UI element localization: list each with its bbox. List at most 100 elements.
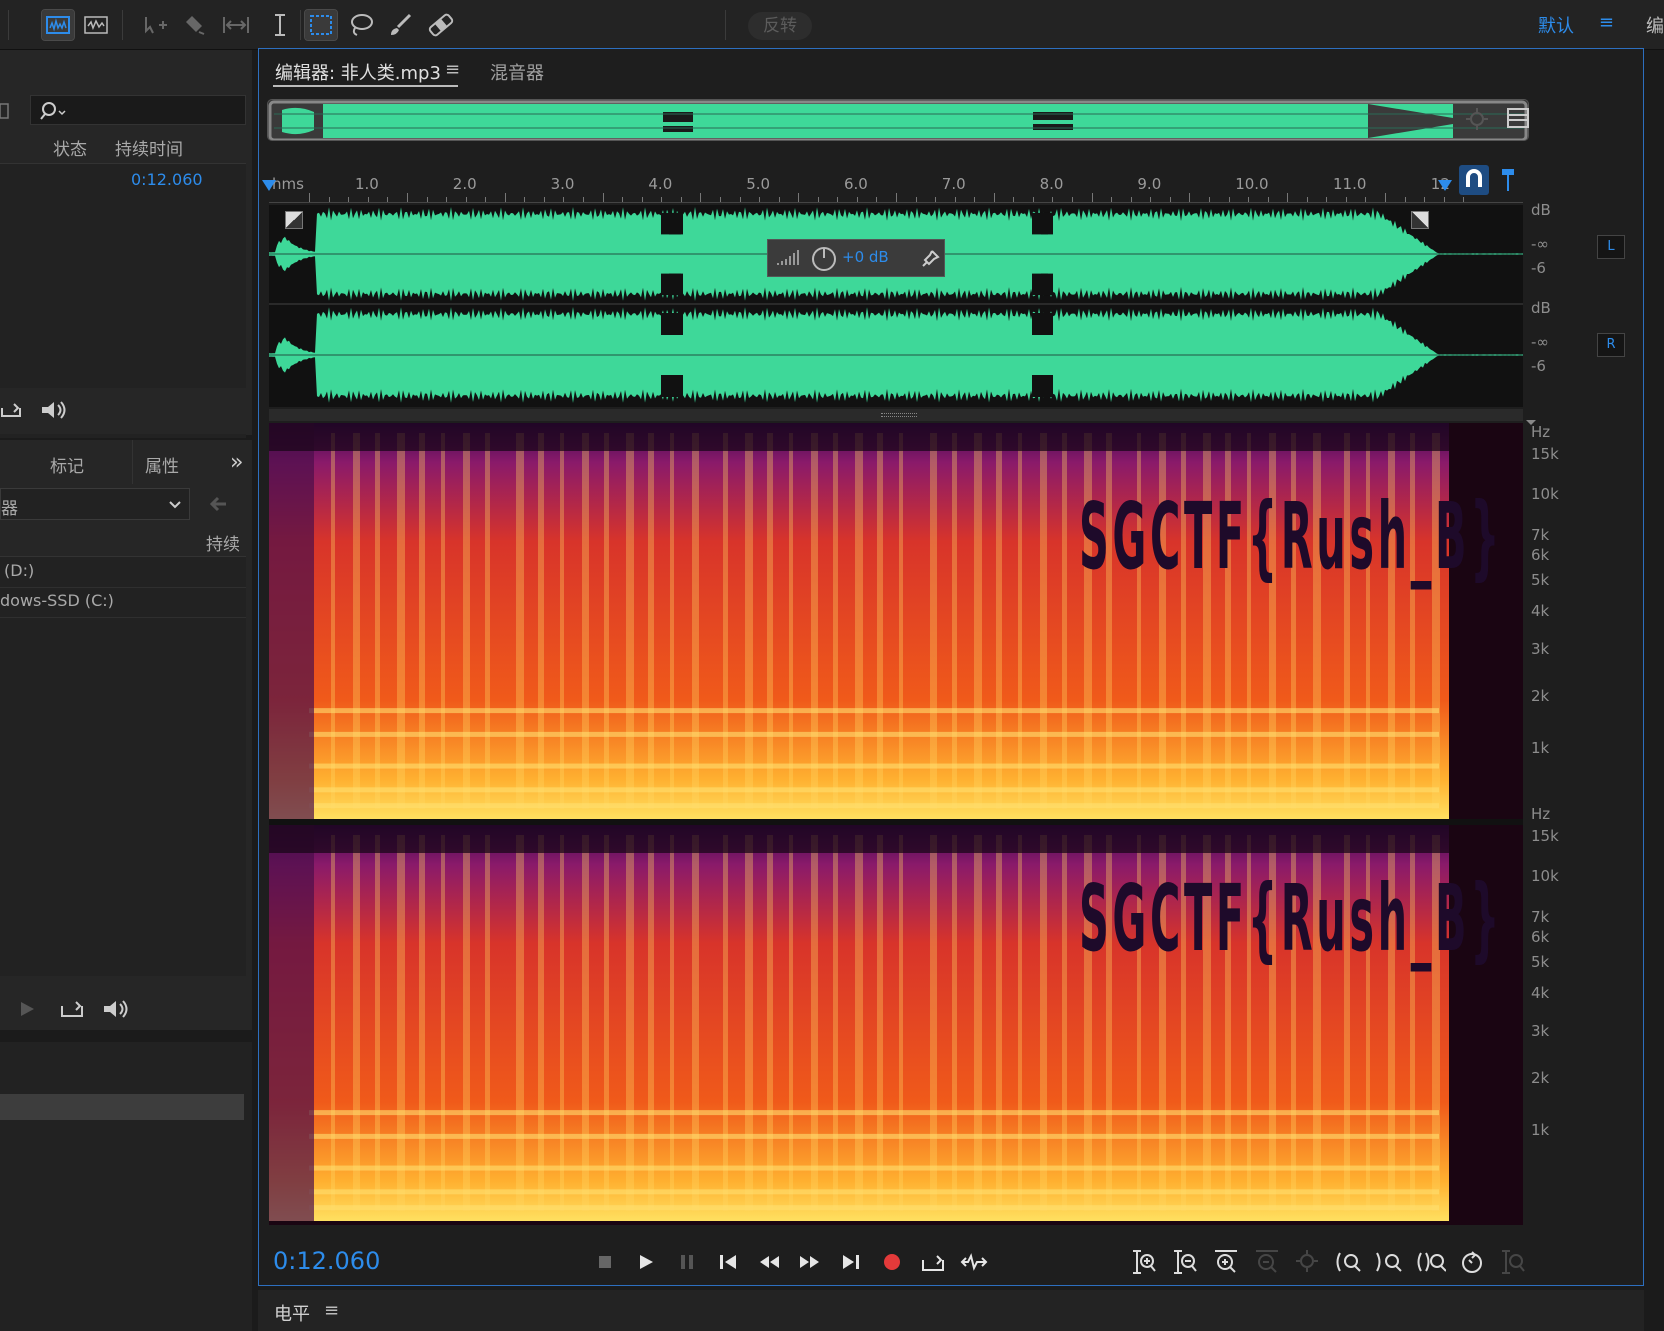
files-panel-footer (0, 388, 252, 434)
loop-icon[interactable] (0, 400, 22, 424)
zoom-amplitude-reset-icon[interactable] (1498, 1247, 1528, 1277)
column-duration-header[interactable]: 持续时间 (115, 135, 183, 160)
channel-right-toggle[interactable]: R (1597, 333, 1625, 357)
spot-healing-tool-icon[interactable] (425, 10, 457, 40)
toolbar-separator (725, 10, 726, 40)
record-icon[interactable] (877, 1247, 907, 1277)
ruler-tick (974, 197, 976, 202)
fade-out-handle-icon[interactable] (1411, 211, 1429, 229)
spectral-display[interactable]: SGCTF{Rush_B} SGCTF{Rush_B} (269, 423, 1523, 1225)
loop-playback-icon[interactable] (918, 1247, 948, 1277)
frequency-scale-label: 4k (1531, 984, 1550, 1002)
history-item-selected[interactable] (0, 1094, 244, 1120)
play-icon[interactable] (18, 1000, 36, 1022)
pause-icon[interactable] (672, 1247, 702, 1277)
zoom-in-amplitude-icon[interactable] (1129, 1247, 1159, 1277)
channel-left-toggle[interactable]: L (1597, 235, 1625, 259)
reverse-button[interactable]: 反转 (748, 12, 812, 40)
zoom-in-time-icon[interactable] (1211, 1247, 1241, 1277)
loop-icon[interactable] (60, 998, 84, 1024)
row-divider (0, 617, 246, 618)
tab-markers[interactable]: 标记 (50, 452, 84, 477)
ruler-tick (876, 197, 878, 202)
volume-knob-icon[interactable] (810, 245, 838, 273)
zoom-in-start-icon[interactable] (1334, 1247, 1364, 1277)
skip-to-start-icon[interactable] (713, 1247, 743, 1277)
view-splitter[interactable] (269, 409, 1523, 421)
display-options-icon[interactable] (1507, 107, 1531, 133)
overview-waveform (268, 100, 1528, 140)
ruler-tick (348, 197, 350, 202)
time-ruler[interactable]: hms 1.0 2.0 3.0 4.0 5.0 6.0 7.0 8.0 9.0 10.0 11.0 1… (269, 169, 1523, 203)
pin-icon[interactable] (920, 249, 940, 269)
marquee-selection-tool-icon[interactable] (304, 9, 338, 41)
playhead-end-marker[interactable] (1437, 179, 1453, 199)
tab-editor[interactable]: 编辑器: 非人类.mp3 (275, 59, 441, 85)
current-time-display[interactable]: 0:12.060 (273, 1247, 380, 1275)
lasso-tool-icon[interactable] (345, 10, 377, 40)
column-status-header[interactable]: 状态 (53, 135, 87, 160)
back-arrow-icon[interactable] (208, 495, 228, 517)
levels-panel: 电平 ≡ (258, 1290, 1644, 1331)
workspace-menu-icon[interactable]: ≡ (1599, 12, 1614, 33)
column-duration-header[interactable]: 持续 (206, 530, 240, 555)
ruler-tick (1072, 197, 1074, 202)
playhead-start-marker[interactable] (261, 179, 277, 199)
search-input[interactable] (30, 95, 246, 125)
drive-item[interactable]: dows-SSD (C:) (0, 591, 114, 610)
autoplay-speaker-icon[interactable] (38, 399, 72, 425)
workspace-selector[interactable]: 默认 (1538, 12, 1574, 38)
search-icon (40, 102, 66, 120)
editor-menu-icon[interactable]: ≡ (445, 59, 460, 80)
fast-forward-icon[interactable] (795, 1247, 825, 1277)
razor-tool-icon[interactable] (178, 10, 210, 40)
zoom-out-amplitude-icon[interactable] (1170, 1247, 1200, 1277)
move-tool-icon[interactable] (140, 10, 172, 40)
ruler-tick (367, 197, 369, 202)
play-icon[interactable] (631, 1247, 661, 1277)
tab-properties[interactable]: 属性 (145, 452, 179, 477)
zoom-both-ends-icon[interactable] (1416, 1247, 1446, 1277)
zoom-to-selection-icon[interactable] (1465, 107, 1491, 137)
overview-navigator[interactable] (267, 99, 1529, 141)
trash-icon[interactable] (0, 98, 10, 120)
ruler-tick (954, 197, 956, 202)
zoom-in-end-icon[interactable] (1375, 1247, 1405, 1277)
levels-menu-icon[interactable]: ≡ (324, 1300, 339, 1321)
volume-hud[interactable]: +0 dB (767, 239, 945, 277)
rewind-icon[interactable] (754, 1247, 784, 1277)
file-duration[interactable]: 0:12.060 (131, 170, 203, 189)
autoplay-speaker-icon[interactable] (100, 998, 134, 1024)
snap-to-markers-icon[interactable] (1459, 165, 1489, 195)
spectral-view-icon[interactable] (80, 10, 112, 40)
waveform-display[interactable]: +0 dB (269, 205, 1523, 407)
zoom-to-selection-icon[interactable] (1293, 1247, 1323, 1277)
stop-icon[interactable] (590, 1247, 620, 1277)
marker-pin-icon[interactable] (1493, 165, 1523, 195)
tab-mixer[interactable]: 混音器 (490, 59, 544, 85)
drive-item[interactable]: (D:) (4, 561, 34, 580)
zoom-out-full-icon[interactable] (1252, 1247, 1282, 1277)
waveform-view-icon[interactable] (41, 9, 75, 41)
brush-tool-icon[interactable] (385, 10, 417, 40)
more-panels-icon[interactable]: » (230, 450, 243, 475)
time-selection-tool-icon[interactable] (264, 10, 296, 40)
ruler-tick-label: 6.0 (844, 175, 868, 193)
hud-gain-value[interactable]: +0 dB (842, 248, 889, 266)
ruler-tick (387, 197, 389, 202)
ruler-tick (661, 197, 663, 202)
zoom-reset-icon[interactable] (1457, 1247, 1487, 1277)
fade-in-handle-icon[interactable] (285, 211, 303, 229)
frequency-scale-label: 10k (1531, 867, 1559, 885)
edit-workspace-label[interactable]: 编 (1646, 12, 1664, 38)
hidden-spectrogram-text-bottom: SGCTF{Rush_B} (1079, 865, 1504, 972)
ruler-tick (1404, 197, 1406, 202)
slip-tool-icon[interactable] (220, 10, 252, 40)
skip-to-end-icon[interactable] (836, 1247, 866, 1277)
frequency-scale-label: 2k (1531, 1069, 1550, 1087)
db-scale-label: -∞ (1531, 333, 1549, 351)
ruler-tick (759, 197, 761, 202)
location-dropdown[interactable]: 器 (0, 488, 190, 520)
skip-silence-icon[interactable] (959, 1247, 989, 1277)
levels-title: 电平 (274, 1304, 310, 1325)
